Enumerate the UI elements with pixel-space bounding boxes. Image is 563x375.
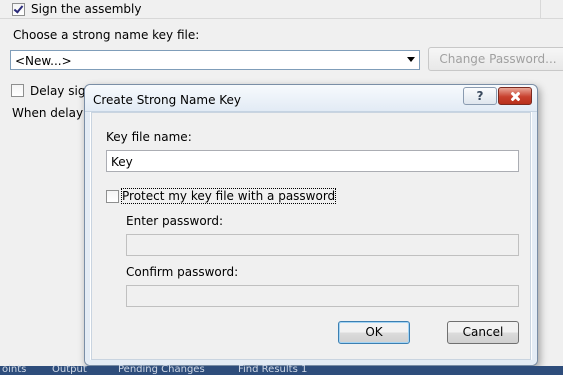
key-file-combo-value: <New...> [15, 54, 72, 68]
confirm-password-field[interactable] [126, 285, 519, 307]
chevron-down-icon [407, 57, 415, 62]
key-file-combo[interactable]: <New...> [10, 50, 420, 70]
close-icon[interactable] [498, 87, 532, 105]
protect-password-checkbox[interactable] [106, 190, 119, 203]
delay-sign-checkbox[interactable] [11, 84, 24, 97]
key-file-name-value: Key [111, 155, 133, 169]
help-button[interactable]: ? [463, 87, 497, 105]
ok-button[interactable]: OK [338, 321, 410, 344]
choose-key-label: Choose a strong name key file: [13, 28, 200, 42]
dialog-titlebar[interactable]: Create Strong Name Key ? [85, 85, 537, 112]
key-file-name-input[interactable]: Key [106, 150, 519, 172]
enter-password-field[interactable] [126, 234, 519, 256]
tab-find-results[interactable]: Find Results 1 [238, 364, 307, 375]
sign-assembly-checkbox[interactable] [12, 3, 25, 16]
enter-password-label: Enter password: [126, 214, 224, 228]
dialog-title: Create Strong Name Key [93, 93, 242, 107]
protect-password-label[interactable]: Protect my key file with a password [120, 188, 337, 204]
tab-output[interactable]: Output [52, 364, 87, 375]
tool-window-tabs: oints Output Pending Changes Find Result… [0, 364, 563, 375]
divider [540, 0, 541, 18]
change-password-button[interactable]: Change Password... [428, 47, 563, 71]
tab-breakpoints[interactable]: oints [2, 364, 26, 375]
tab-pending-changes[interactable]: Pending Changes [118, 364, 205, 375]
create-strong-name-key-dialog: Create Strong Name Key ? Key file name: … [84, 84, 538, 366]
cancel-button[interactable]: Cancel [447, 321, 519, 344]
sign-assembly-label: Sign the assembly [31, 2, 142, 16]
confirm-password-label: Confirm password: [126, 265, 239, 279]
delay-sign-description: When delay s [12, 106, 94, 120]
key-file-name-label: Key file name: [106, 130, 192, 144]
dialog-content: Key file name: Key Protect my key file w… [91, 112, 531, 360]
divider [0, 18, 563, 19]
